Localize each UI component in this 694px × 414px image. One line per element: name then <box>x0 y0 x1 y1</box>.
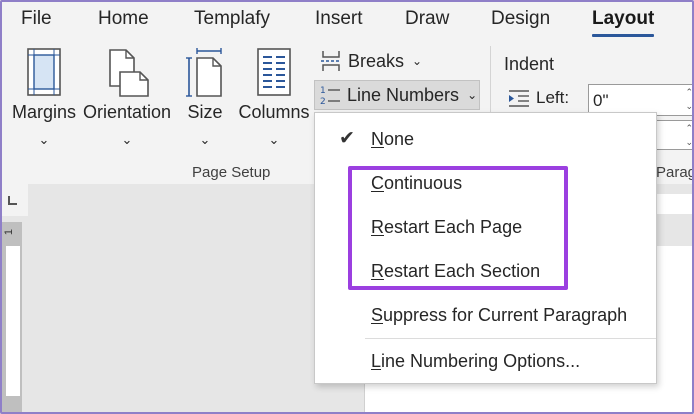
left-tab-stop-icon <box>8 196 17 205</box>
tab-home[interactable]: Home <box>98 8 149 30</box>
tab-templafy[interactable]: Templafy <box>194 8 270 30</box>
tab-layout[interactable]: Layout <box>592 8 655 37</box>
menu-item-suppress-current-paragraph[interactable]: Suppress for Current Paragraph <box>371 305 627 326</box>
line-numbers-button[interactable]: 1 2 Line Numbers ⌄ <box>314 80 480 110</box>
size-label: Size <box>187 102 223 122</box>
menu-item-line-numbering-options[interactable]: Line Numbering Options... <box>371 351 580 372</box>
line-numbers-label: Line Numbers <box>347 84 460 105</box>
ruler-mark: 1 <box>3 228 16 236</box>
size-button[interactable]: Size ⌄ <box>182 48 228 158</box>
indent-left-value: 0" <box>593 91 609 110</box>
menu-separator <box>365 338 656 339</box>
breaks-label: Breaks <box>348 50 405 71</box>
orientation-icon <box>109 49 149 97</box>
chevron-down-icon: ⌄ <box>38 132 50 147</box>
spinner-arrows-icon[interactable]: ⌃ ⌄ <box>685 85 692 113</box>
columns-icon <box>257 48 291 96</box>
chevron-down-icon: ⌄ <box>121 132 133 147</box>
svg-text:2: 2 <box>320 97 326 106</box>
margins-label: Margins <box>11 102 77 122</box>
columns-label: Columns <box>238 102 310 122</box>
menu-item-none[interactable]: None <box>371 129 414 150</box>
tab-design[interactable]: Design <box>491 8 550 30</box>
chevron-down-icon: ⌄ <box>467 88 478 102</box>
indent-left-icon <box>508 89 530 107</box>
ribbon-tab-bar: File Home Templafy Insert Draw Design La… <box>2 2 692 40</box>
menu-item-label: ine Numbering Options... <box>381 351 581 371</box>
indent-left-row: Left: <box>508 88 569 108</box>
vertical-ruler[interactable]: 1 <box>2 222 22 412</box>
tab-insert[interactable]: Insert <box>315 8 363 30</box>
svg-text:1: 1 <box>320 86 326 96</box>
horizontal-ruler[interactable] <box>654 194 692 214</box>
indent-heading: Indent <box>504 54 555 74</box>
tab-selector[interactable] <box>2 184 28 216</box>
menu-item-accesskey: S <box>371 305 384 325</box>
word-window: File Home Templafy Insert Draw Design La… <box>0 0 694 414</box>
checkmark-icon: ✔ <box>339 128 355 149</box>
menu-item-label: one <box>384 129 415 149</box>
orientation-button[interactable]: Orientation ⌄ <box>82 48 172 158</box>
menu-item-accesskey: N <box>371 129 384 149</box>
margins-button[interactable]: Margins ⌄ <box>8 48 80 158</box>
columns-button[interactable]: Columns ⌄ <box>238 48 310 158</box>
chevron-down-icon: ⌄ <box>268 132 280 147</box>
menu-item-label: uppress for Current Paragraph <box>383 305 628 325</box>
menu-item-accesskey: L <box>371 351 382 371</box>
chevron-down-icon: ⌄ <box>412 54 423 68</box>
page-size-icon <box>186 48 222 97</box>
orientation-label: Orientation <box>82 102 172 122</box>
tab-draw[interactable]: Draw <box>405 8 449 30</box>
margins-icon <box>27 48 61 96</box>
paragraph-group-label: Parag <box>656 164 694 181</box>
page-setup-group-label: Page Setup <box>192 164 271 181</box>
spinner-arrows-icon[interactable]: ⌃ ⌄ <box>685 121 692 149</box>
tab-file[interactable]: File <box>21 8 52 30</box>
highlight-box <box>348 166 568 290</box>
vertical-ruler-page-region <box>6 246 20 396</box>
line-numbers-icon: 1 2 <box>319 84 341 106</box>
breaks-button[interactable]: Breaks ⌄ <box>316 46 426 76</box>
indent-left-label: Left: <box>536 88 570 107</box>
chevron-down-icon: ⌄ <box>199 132 211 147</box>
breaks-icon <box>320 50 342 72</box>
